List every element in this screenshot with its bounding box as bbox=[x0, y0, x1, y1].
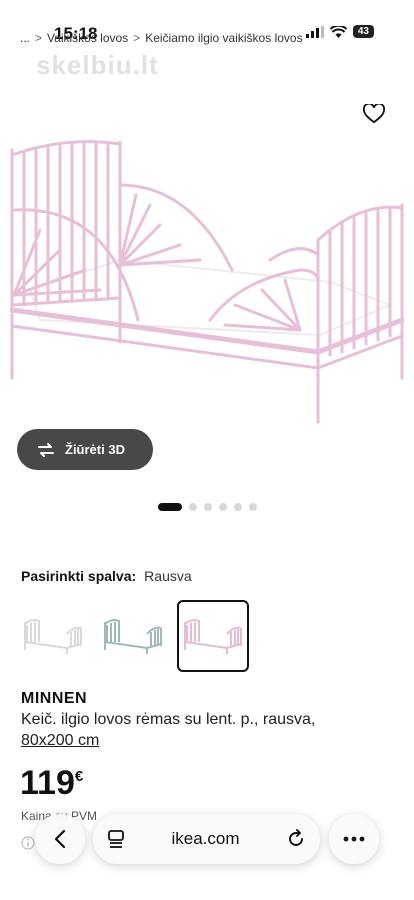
gallery-dot[interactable] bbox=[157, 503, 182, 511]
rotate-3d-icon bbox=[38, 442, 54, 457]
bed-thumbnail-blue bbox=[104, 619, 162, 654]
color-label: Pasirinkti spalva: bbox=[21, 568, 137, 584]
favorite-button[interactable] bbox=[360, 100, 388, 128]
gallery-dot[interactable] bbox=[203, 503, 212, 511]
swatch-light-blue[interactable] bbox=[97, 600, 169, 672]
battery-indicator: 43 bbox=[352, 25, 374, 38]
swatch-pink[interactable] bbox=[177, 600, 249, 672]
breadcrumb-separator: > bbox=[133, 31, 141, 45]
address-bar[interactable]: ikea.com bbox=[93, 814, 320, 864]
status-bar: 15:18 43 bbox=[0, 0, 414, 43]
chevron-left-icon bbox=[54, 829, 66, 849]
watermark-logo: skelbiu.lt bbox=[36, 50, 159, 80]
wifi-icon bbox=[329, 25, 347, 38]
swatch-white[interactable] bbox=[17, 600, 89, 672]
breadcrumb-item-root[interactable]: ... bbox=[20, 31, 30, 45]
heart-icon bbox=[363, 104, 385, 124]
product-name: MINNEN bbox=[21, 690, 88, 707]
gallery-dot[interactable] bbox=[218, 503, 227, 511]
status-icons: 43 bbox=[305, 25, 374, 38]
gallery-dot[interactable] bbox=[248, 503, 257, 511]
tabs-icon[interactable] bbox=[107, 829, 125, 849]
more-dots-icon bbox=[343, 836, 365, 842]
more-menu-button[interactable] bbox=[329, 814, 379, 864]
product-size-link[interactable]: 80x200 cm bbox=[21, 732, 99, 750]
reload-icon[interactable] bbox=[286, 829, 306, 849]
view-3d-label: Žiūrėti 3D bbox=[65, 442, 125, 457]
product-description: Keič. ilgio lovos rėmas su lent. p., rau… bbox=[21, 711, 316, 728]
bed-thumbnail-pink bbox=[184, 619, 242, 654]
product-image[interactable] bbox=[0, 130, 414, 430]
color-selector-header: Pasirinkti spalva: Rausva bbox=[21, 568, 192, 584]
signal-icon bbox=[305, 25, 324, 38]
gallery-dot[interactable] bbox=[233, 503, 242, 511]
product-price: 119€ bbox=[20, 764, 83, 803]
color-value: Rausva bbox=[144, 568, 192, 584]
gallery-pagination bbox=[0, 503, 414, 511]
color-swatches bbox=[17, 600, 249, 672]
breadcrumb-item-kids-beds[interactable]: Vaikiškos lovos bbox=[47, 31, 128, 45]
breadcrumb-separator: > bbox=[35, 31, 43, 45]
back-button[interactable] bbox=[35, 814, 85, 864]
bed-illustration bbox=[9, 140, 405, 424]
view-3d-button[interactable]: Žiūrėti 3D bbox=[17, 429, 153, 470]
breadcrumb: ... > Vaikiškos lovos > Keičiamo ilgio v… bbox=[20, 31, 303, 45]
gallery-dot[interactable] bbox=[188, 503, 197, 511]
breadcrumb-item-extendable-beds[interactable]: Keičiamo ilgio vaikiškos lovos bbox=[145, 31, 302, 45]
bed-thumbnail-white bbox=[24, 619, 82, 654]
price-amount: 119 bbox=[20, 764, 75, 802]
price-currency: € bbox=[74, 768, 84, 785]
url-text[interactable]: ikea.com bbox=[171, 829, 239, 849]
browser-toolbar: ikea.com bbox=[0, 814, 414, 868]
